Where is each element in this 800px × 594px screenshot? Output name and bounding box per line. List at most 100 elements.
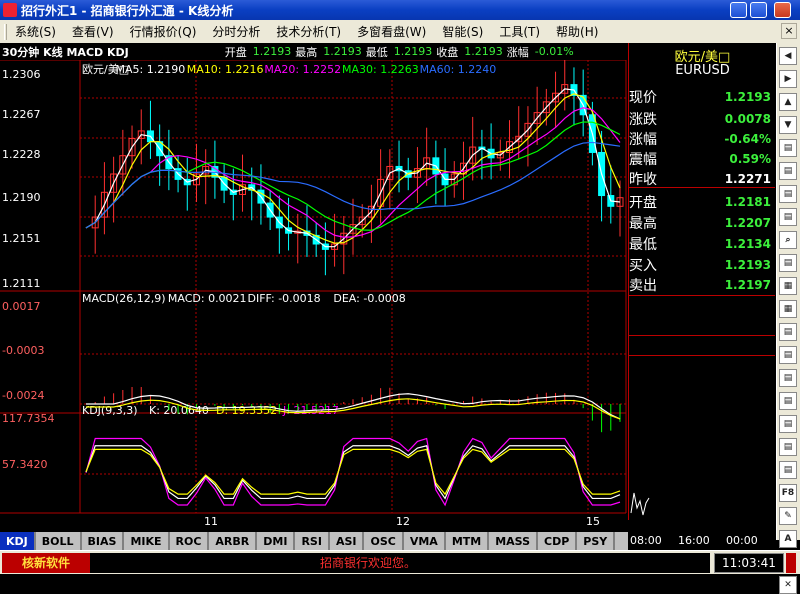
- magnify-icon[interactable]: ⌕: [779, 231, 797, 249]
- high-label: 最高: [295, 45, 318, 59]
- f8-icon[interactable]: F8: [779, 484, 797, 502]
- close-icon[interactable]: ✕: [779, 576, 797, 594]
- time-tick: 00:00: [726, 534, 758, 547]
- menu-technical[interactable]: 技术分析(T): [270, 20, 351, 43]
- tab-cdp[interactable]: CDP: [538, 532, 578, 550]
- arrow-down-icon[interactable]: ▼: [779, 116, 797, 134]
- tick-line: [630, 492, 650, 516]
- quote-row: 昨收 1.2271: [629, 169, 775, 189]
- page-icon[interactable]: ▤: [779, 392, 797, 410]
- side-toolbar: ◀▶▲▼▤▤▤▤⌕▤▦▦▤▤▤▤▤▤▤F8✎A⚲✕: [776, 43, 800, 594]
- time-tick: 08:00: [630, 534, 662, 547]
- page-icon[interactable]: ▤: [779, 162, 797, 180]
- price-legend: MA60: 1.2240: [420, 63, 497, 76]
- change-value: -0.01%: [534, 45, 574, 58]
- menu-tools[interactable]: 工具(T): [493, 20, 550, 43]
- menu-grip: [4, 23, 7, 40]
- page-icon[interactable]: ▤: [779, 254, 797, 272]
- quote-row-value: 1.2271: [724, 172, 771, 186]
- clock: 11:03:41: [714, 552, 784, 573]
- tab-psy[interactable]: PSY: [577, 532, 616, 550]
- chart-icon[interactable]: ▦: [779, 277, 797, 295]
- tab-rsi[interactable]: RSI: [295, 532, 330, 550]
- quote-row-label: 最高: [629, 216, 657, 232]
- macd-legend: DIFF: -0.0018: [248, 292, 321, 305]
- symbol-code: EURUSD: [675, 63, 730, 78]
- page-icon[interactable]: ▤: [779, 369, 797, 387]
- page-icon[interactable]: ▤: [779, 185, 797, 203]
- price-legend: MA30: 1.2263: [342, 63, 419, 76]
- menu-quotes[interactable]: 行情报价(Q): [124, 20, 207, 43]
- quote-row-label: 震幅: [629, 152, 657, 168]
- close-window-button[interactable]: [774, 2, 791, 18]
- tab-asi[interactable]: ASI: [329, 532, 365, 550]
- tab-vma[interactable]: VMA: [403, 532, 446, 550]
- kdj-tick: 117.7354: [2, 412, 55, 425]
- panel-divider: [629, 355, 775, 356]
- tab-mass[interactable]: MASS: [489, 532, 539, 550]
- kline-chart-area[interactable]: 1.2306 1.2267 1.2228 1.2190 1.2151 1.2111 0.00…: [0, 60, 628, 532]
- price-legend: MA5: 1.2190: [116, 63, 186, 76]
- arrow-right-icon[interactable]: ▶: [779, 70, 797, 88]
- page-icon[interactable]: ▤: [779, 415, 797, 433]
- open-value: 1.2193: [252, 45, 292, 58]
- text-icon[interactable]: A: [779, 530, 797, 548]
- tab-mike[interactable]: MIKE: [124, 532, 170, 550]
- tab-boll[interactable]: BOLL: [35, 532, 82, 550]
- quote-row: 涨幅 -0.64%: [629, 129, 775, 149]
- quote-row-value: 1.2193: [724, 258, 771, 272]
- low-label: 最低: [365, 45, 388, 59]
- price-tick: 1.2306: [2, 68, 41, 81]
- page-icon[interactable]: ▤: [779, 346, 797, 364]
- menu-intraday[interactable]: 分时分析: [206, 20, 270, 43]
- quote-row-value: 1.2197: [724, 278, 771, 292]
- menu-view[interactable]: 查看(V): [66, 20, 124, 43]
- panel-divider: [629, 295, 775, 296]
- pencil-icon[interactable]: ✎: [779, 507, 797, 525]
- tab-osc[interactable]: OSC: [364, 532, 404, 550]
- quote-row: 最高 1.2207: [629, 213, 775, 233]
- tab-kdj[interactable]: KDJ: [0, 532, 36, 550]
- quote-row: 卖出 1.2197: [629, 275, 775, 295]
- tab-dmi[interactable]: DMI: [257, 532, 296, 550]
- close-doc-button[interactable]: ×: [781, 23, 797, 39]
- tab-arbr[interactable]: ARBR: [209, 532, 258, 550]
- quote-bar: 30分钟 K线 MACD KDJ 开盘 1.2193 最高 1.2193 最低 …: [0, 43, 628, 60]
- indicator-tabs: KDJ BOLL BIAS MIKE ROC ARBR DMI RSI ASI …: [0, 532, 628, 550]
- date-tick: 15: [586, 515, 600, 528]
- tab-mtm[interactable]: MTM: [445, 532, 490, 550]
- page-icon[interactable]: ▤: [779, 323, 797, 341]
- page-icon[interactable]: ▤: [779, 438, 797, 456]
- tab-roc[interactable]: ROC: [169, 532, 210, 550]
- menu-system[interactable]: 系统(S): [9, 20, 66, 43]
- quote-row: 开盘 1.2181: [629, 192, 775, 212]
- page-icon[interactable]: ▤: [779, 139, 797, 157]
- panel-divider: [629, 187, 775, 188]
- page-icon[interactable]: ▤: [779, 461, 797, 479]
- maximize-button[interactable]: [750, 2, 767, 18]
- chart-icon[interactable]: ▦: [779, 300, 797, 318]
- tab-bias[interactable]: BIAS: [81, 532, 125, 550]
- macd-legend: MACD(26,12,9): [82, 292, 166, 305]
- quote-row-label: 卖出: [629, 278, 657, 294]
- menu-multiwindow[interactable]: 多窗看盘(W): [351, 20, 436, 43]
- quote-row-value: 0.0078: [724, 112, 771, 126]
- quote-row-value: 1.2181: [724, 195, 771, 209]
- quote-row: 震幅 0.59%: [629, 149, 775, 169]
- price-tick: 1.2190: [2, 191, 41, 204]
- menu-smart[interactable]: 智能(S): [436, 20, 493, 43]
- close-value: 1.2193: [464, 45, 503, 58]
- arrow-left-icon[interactable]: ◀: [779, 47, 797, 65]
- status-bar: 核新软件 招商银行欢迎您。 11:03:41: [0, 550, 800, 574]
- quote-row-value: 1.2193: [724, 90, 771, 104]
- quote-row-label: 昨收: [629, 172, 657, 188]
- quote-row-value: 0.59%: [729, 152, 771, 166]
- time-axis: 08:00 16:00 00:00: [628, 533, 776, 550]
- minimize-button[interactable]: [730, 2, 747, 18]
- period-label: 30分钟 K线 MACD KDJ: [2, 45, 129, 59]
- quote-row-value: 1.2134: [724, 237, 771, 251]
- menu-help[interactable]: 帮助(H): [550, 20, 608, 43]
- page-icon[interactable]: ▤: [779, 208, 797, 226]
- price-tick: 1.2228: [2, 148, 41, 161]
- arrow-up-icon[interactable]: ▲: [779, 93, 797, 111]
